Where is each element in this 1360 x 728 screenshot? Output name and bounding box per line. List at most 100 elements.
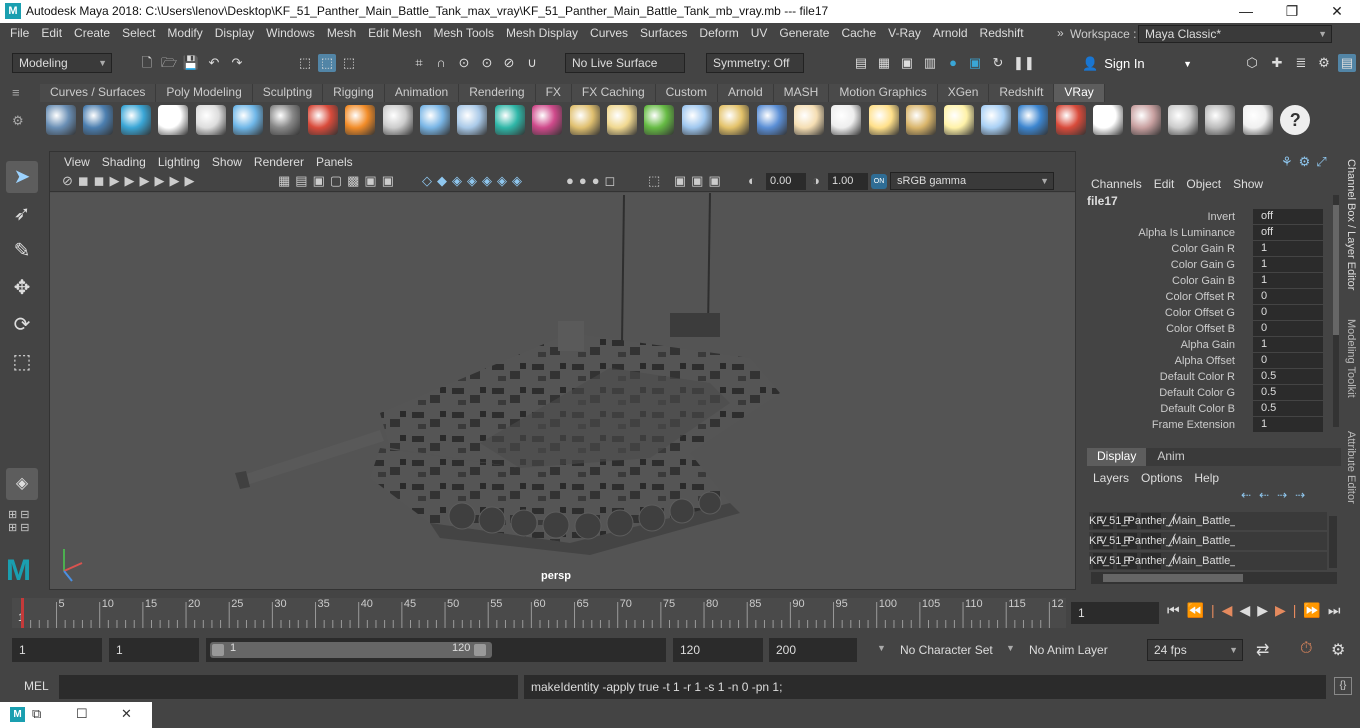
channel-value[interactable]: 0.5 xyxy=(1253,369,1323,384)
script-language-toggle[interactable]: MEL xyxy=(24,679,49,693)
playhead[interactable] xyxy=(21,598,24,628)
shelf-tab-arnold[interactable]: Arnold xyxy=(717,84,774,102)
menu-overflow-icon[interactable]: » xyxy=(1057,26,1064,40)
single-perspective-layout-icon[interactable]: ◈ xyxy=(6,468,38,500)
menu-edit[interactable]: Edit xyxy=(35,23,68,43)
viewport-lighting-icon[interactable]: ●●●◻ xyxy=(566,173,620,189)
select-components-icon[interactable]: ⬚ xyxy=(340,54,358,72)
channel-value[interactable]: 1 xyxy=(1253,257,1323,272)
vray-logo-icon[interactable] xyxy=(158,105,189,135)
menuset-dropdown[interactable]: Modeling ▼ xyxy=(12,53,112,73)
menu-curves[interactable]: Curves xyxy=(584,23,634,43)
vray-grass-icon[interactable] xyxy=(644,105,675,135)
vray-dome-light-icon[interactable] xyxy=(794,105,824,135)
layout-presets-icon[interactable]: ⊞ ⊟ ⊞ ⊟ xyxy=(8,509,30,535)
workspace-dropdown[interactable]: Maya Classic* ▼ xyxy=(1138,25,1332,43)
render-frame-icon[interactable]: ▦ xyxy=(875,54,893,72)
layers-menu[interactable]: Layers xyxy=(1087,468,1135,488)
vray-plane-icon[interactable] xyxy=(382,105,413,135)
shelf-menu-icon[interactable]: ≡ ⚙ xyxy=(12,86,32,128)
maximize-button[interactable]: ❐ xyxy=(1269,0,1315,23)
snap-view-icon[interactable]: ⊙ xyxy=(478,54,496,72)
vray-globe-icon[interactable] xyxy=(607,105,637,135)
shelf-tab-rendering[interactable]: Rendering xyxy=(459,84,536,102)
channel-row[interactable]: Default Color G 0.5 xyxy=(1085,385,1331,401)
pause-icon[interactable]: ❚❚ xyxy=(1013,54,1035,72)
vray-frame-buffer-icon[interactable] xyxy=(83,105,114,135)
vray-camera-icon[interactable] xyxy=(270,105,301,135)
shelf-tab-custom[interactable]: Custom xyxy=(655,84,718,102)
vray-mesh-light-icon[interactable] xyxy=(457,105,488,135)
vray-settings-icon[interactable] xyxy=(46,105,76,135)
shelf-tab-fx[interactable]: FX xyxy=(535,84,572,102)
auto-key-icon[interactable]: ⏱ xyxy=(1300,640,1312,658)
menu-mesh-display[interactable]: Mesh Display xyxy=(500,23,584,43)
menu-uv[interactable]: UV xyxy=(745,23,774,43)
channel-row[interactable]: Alpha Is Luminance off xyxy=(1085,225,1331,241)
symmetry-dropdown[interactable]: Symmetry: Off xyxy=(706,53,804,73)
menu-vray[interactable]: V-Ray xyxy=(882,23,927,43)
restore-icon[interactable]: ⧉ xyxy=(32,706,41,722)
vray-scatter-icon[interactable] xyxy=(681,105,712,135)
modeling-toolkit-icon[interactable]: ⬡ xyxy=(1243,54,1261,72)
vray-sunlight-icon[interactable] xyxy=(943,105,974,135)
channel-row[interactable]: Default Color B 0.5 xyxy=(1085,401,1331,417)
anim-layer-label[interactable]: No Anim Layer xyxy=(1029,643,1108,657)
current-frame-field[interactable]: 1 xyxy=(1071,602,1159,624)
vray-fur-icon[interactable] xyxy=(532,105,563,135)
shelf-tab-animation[interactable]: Animation xyxy=(384,84,460,102)
vray-fire-icon[interactable] xyxy=(345,105,376,135)
ipr-refresh-icon[interactable]: ↻ xyxy=(989,54,1007,72)
chevron-down-icon[interactable]: ▼ xyxy=(877,643,886,653)
vray-sphere-icon[interactable] xyxy=(420,105,450,135)
channel-value[interactable]: 1 xyxy=(1253,241,1323,256)
vray-help-icon[interactable]: ? xyxy=(1280,105,1311,135)
playback-end-field[interactable]: 120 xyxy=(673,638,763,662)
end-time-field[interactable]: 200 xyxy=(769,638,857,662)
vray-vfb-status-icon[interactable]: ▣ xyxy=(966,54,984,72)
select-tool-icon[interactable]: ➤ xyxy=(6,161,38,193)
menu-arnold[interactable]: Arnold xyxy=(927,23,974,43)
redo-icon[interactable]: ↷ xyxy=(228,54,246,72)
channel-value[interactable]: 0 xyxy=(1253,289,1323,304)
vray-light-lister-icon[interactable] xyxy=(1205,105,1236,135)
vray-sphere-light-icon[interactable] xyxy=(233,105,263,135)
select-objects-icon[interactable]: ⬚ xyxy=(318,54,336,72)
layer-help-menu[interactable]: Help xyxy=(1188,468,1225,488)
open-scene-icon[interactable]: 🗁 xyxy=(160,54,178,72)
vray-render-icon[interactable] xyxy=(1130,105,1161,135)
exposure-field[interactable]: 0.00 xyxy=(766,173,806,190)
channel-value[interactable]: 0 xyxy=(1253,353,1323,368)
shelf-tab-mash[interactable]: MASH xyxy=(773,84,830,102)
vray-proxy-icon[interactable] xyxy=(569,105,600,135)
shelf-tab-vray[interactable]: VRay xyxy=(1054,84,1105,102)
channel-row[interactable]: Alpha Offset 0 xyxy=(1085,353,1331,369)
range-start-handle[interactable] xyxy=(212,644,224,656)
channel-row[interactable]: Color Offset G 0 xyxy=(1085,305,1331,321)
layer-scrollbar[interactable] xyxy=(1329,516,1337,568)
chevron-down-icon[interactable]: ▼ xyxy=(1006,643,1015,653)
channel-scrollbar[interactable] xyxy=(1333,195,1339,427)
channel-edit-menu[interactable]: Edit xyxy=(1148,174,1181,194)
side-tab-attribute-editor[interactable]: Attribute Editor xyxy=(1345,431,1357,504)
shelf-tab-redshift[interactable]: Redshift xyxy=(989,84,1055,102)
channel-value[interactable]: off xyxy=(1253,209,1323,224)
script-editor-icon[interactable]: {} xyxy=(1334,677,1352,695)
menu-generate[interactable]: Generate xyxy=(773,23,835,43)
side-tab-channel-box[interactable]: Channel Box / Layer Editor xyxy=(1345,159,1357,290)
gamma-field[interactable]: 1.00 xyxy=(828,173,868,190)
channel-value[interactable]: 1 xyxy=(1253,417,1323,432)
undo-icon[interactable]: ↶ xyxy=(205,54,223,72)
vray-materials-icon[interactable] xyxy=(307,105,338,135)
playback-start-field[interactable]: 1 xyxy=(109,638,199,662)
viewport-menu-lighting[interactable]: Lighting xyxy=(152,152,206,172)
tool-settings-icon[interactable]: ⚙ xyxy=(1315,54,1333,72)
menu-create[interactable]: Create xyxy=(68,23,116,43)
snap-grid-icon[interactable]: ⌗ xyxy=(410,54,428,72)
channel-value[interactable]: 0.5 xyxy=(1253,401,1323,416)
layer-row[interactable]: V P ╱ KF_51_Panther_Main_Battle_ xyxy=(1089,512,1327,530)
range-slider-bar[interactable] xyxy=(210,642,492,658)
shelf-tab-xgen[interactable]: XGen xyxy=(937,84,990,102)
channel-value[interactable]: 1 xyxy=(1253,273,1323,288)
rotate-tool-icon[interactable]: ⟳ xyxy=(6,309,38,341)
